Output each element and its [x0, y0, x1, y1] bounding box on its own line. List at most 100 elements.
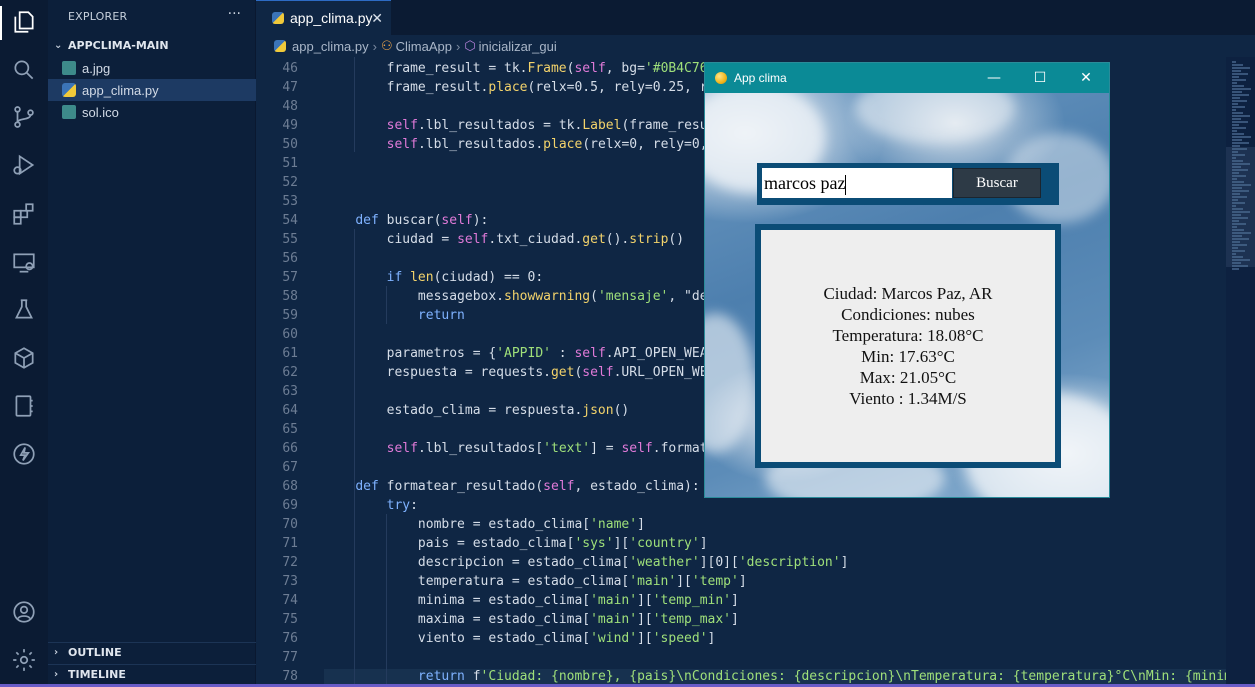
- minimap-line: [1232, 91, 1242, 93]
- more-actions-icon[interactable]: ···: [228, 6, 241, 22]
- breadcrumb-method[interactable]: inicializar_gui: [479, 39, 557, 54]
- line-number: 47: [282, 80, 298, 95]
- line-number: 54: [282, 213, 298, 228]
- image-file-icon: [62, 105, 76, 119]
- minimap-line: [1232, 190, 1249, 192]
- settings-gear-icon[interactable]: [8, 644, 40, 676]
- line-number: 65: [282, 422, 298, 437]
- cloud-shape: [855, 93, 1015, 143]
- outline-section[interactable]: › OUTLINE: [48, 642, 256, 662]
- line-number: 67: [282, 460, 298, 475]
- window-titlebar[interactable]: App clima — ☐ ✕: [705, 63, 1109, 93]
- code-line: respuesta = requests.get(self.URL_OPEN_W…: [324, 365, 716, 380]
- line-number: 60: [282, 327, 298, 342]
- run-debug-icon[interactable]: [8, 149, 40, 181]
- minimap-line: [1232, 148, 1247, 150]
- minimap[interactable]: [1226, 57, 1255, 687]
- minimap-line: [1232, 208, 1243, 210]
- code-line: self.lbl_resultados.place(relx=0, rely=0…: [386, 137, 708, 152]
- minimap-line: [1232, 199, 1238, 201]
- minimap-line: [1232, 211, 1250, 213]
- result-city: Ciudad: Marcos Paz, AR: [823, 284, 993, 303]
- line-number: 53: [282, 194, 298, 209]
- line-number: 74: [282, 593, 298, 608]
- search-icon[interactable]: [8, 54, 40, 86]
- line-number: 69: [282, 498, 298, 513]
- city-search-input[interactable]: marcos paz: [762, 168, 952, 198]
- line-number: 51: [282, 156, 298, 171]
- line-number: 64: [282, 403, 298, 418]
- chevron-right-icon: ›: [372, 38, 377, 54]
- explorer-sidebar: EXPLORER ··· ⌄ APPCLIMA-MAIN a.jpg app_c…: [48, 0, 256, 687]
- minimap-line: [1232, 235, 1242, 237]
- minimap-line: [1232, 145, 1240, 147]
- file-item-sol-ico[interactable]: sol.ico: [48, 101, 256, 123]
- code-line: frame_result.place(relx=0.5, rely=0.25, …: [324, 80, 716, 95]
- breadcrumb-file[interactable]: app_clima.py: [292, 39, 369, 54]
- thunder-icon[interactable]: [8, 438, 40, 470]
- code-line: viento = estado_clima['wind']['speed']: [324, 631, 716, 646]
- minimap-line: [1232, 136, 1251, 138]
- tab-label: app_clima.py: [290, 10, 373, 26]
- minimap-line: [1232, 232, 1251, 234]
- chevron-down-icon: ⌄: [54, 39, 63, 51]
- breadcrumb-class[interactable]: ClimaApp: [396, 39, 452, 54]
- line-number: 66: [282, 441, 298, 456]
- minimap-line: [1232, 85, 1244, 87]
- minimap-line: [1232, 178, 1237, 180]
- source-control-icon[interactable]: [8, 101, 40, 133]
- minimap-line: [1232, 88, 1251, 90]
- outline-label: OUTLINE: [68, 646, 122, 659]
- close-icon[interactable]: ✕: [371, 10, 383, 27]
- containers-icon[interactable]: [8, 342, 40, 374]
- remote-explorer-icon[interactable]: [8, 247, 40, 279]
- explorer-icon[interactable]: [8, 6, 40, 38]
- code-line: frame_result = tk.Frame(self, bg='#0B4C7…: [324, 61, 708, 76]
- minimap-line: [1232, 61, 1236, 63]
- testing-icon[interactable]: [8, 294, 40, 326]
- minimap-line: [1232, 244, 1247, 246]
- minimap-line: [1232, 79, 1246, 81]
- line-number: 50: [282, 137, 298, 152]
- line-number: 72: [282, 555, 298, 570]
- minimap-line: [1232, 250, 1245, 252]
- line-number: 57: [282, 270, 298, 285]
- project-folder[interactable]: ⌄ APPCLIMA-MAIN: [48, 35, 256, 55]
- minimap-viewport[interactable]: [1226, 147, 1255, 267]
- account-icon[interactable]: [8, 596, 40, 628]
- minimize-button[interactable]: —: [971, 63, 1017, 93]
- activity-bar: [0, 0, 48, 687]
- timeline-section[interactable]: › TIMELINE: [48, 664, 256, 684]
- file-item-app-clima-py[interactable]: app_clima.py: [48, 79, 256, 101]
- code-line: messagebox.showwarning('mensaje', "de: [324, 289, 708, 304]
- window-title: App clima: [734, 71, 787, 85]
- close-window-button[interactable]: ✕: [1063, 63, 1109, 93]
- line-number: 62: [282, 365, 298, 380]
- active-indicator: [0, 6, 2, 40]
- maximize-button[interactable]: ☐: [1017, 63, 1063, 93]
- python-file-icon: [274, 40, 286, 52]
- code-line: def formatear_resultado(self, estado_cli…: [355, 479, 700, 494]
- minimap-line: [1232, 127, 1246, 129]
- minimap-line: [1232, 154, 1245, 156]
- minimap-line: [1232, 181, 1244, 183]
- python-file-icon: [272, 12, 284, 24]
- file-item-a-jpg[interactable]: a.jpg: [48, 57, 256, 79]
- minimap-line: [1232, 109, 1236, 111]
- file-label: a.jpg: [82, 60, 111, 76]
- line-number: 71: [282, 536, 298, 551]
- minimap-line: [1232, 193, 1240, 195]
- minimap-line: [1232, 97, 1240, 99]
- minimap-line: [1232, 133, 1244, 135]
- code-line: ciudad = self.txt_ciudad.get().strip(): [324, 232, 685, 247]
- extensions-icon[interactable]: [8, 198, 40, 230]
- notebook-icon[interactable]: [8, 390, 40, 422]
- line-number: 75: [282, 612, 298, 627]
- class-icon: ⚇: [380, 38, 393, 53]
- image-file-icon: [62, 61, 76, 75]
- result-temperature: Temperatura: 18.08°C: [832, 326, 984, 345]
- minimap-line: [1232, 112, 1243, 114]
- minimap-line: [1232, 121, 1248, 123]
- buscar-button[interactable]: Buscar: [953, 168, 1041, 198]
- tab-app-clima-py[interactable]: app_clima.py ✕: [256, 0, 391, 35]
